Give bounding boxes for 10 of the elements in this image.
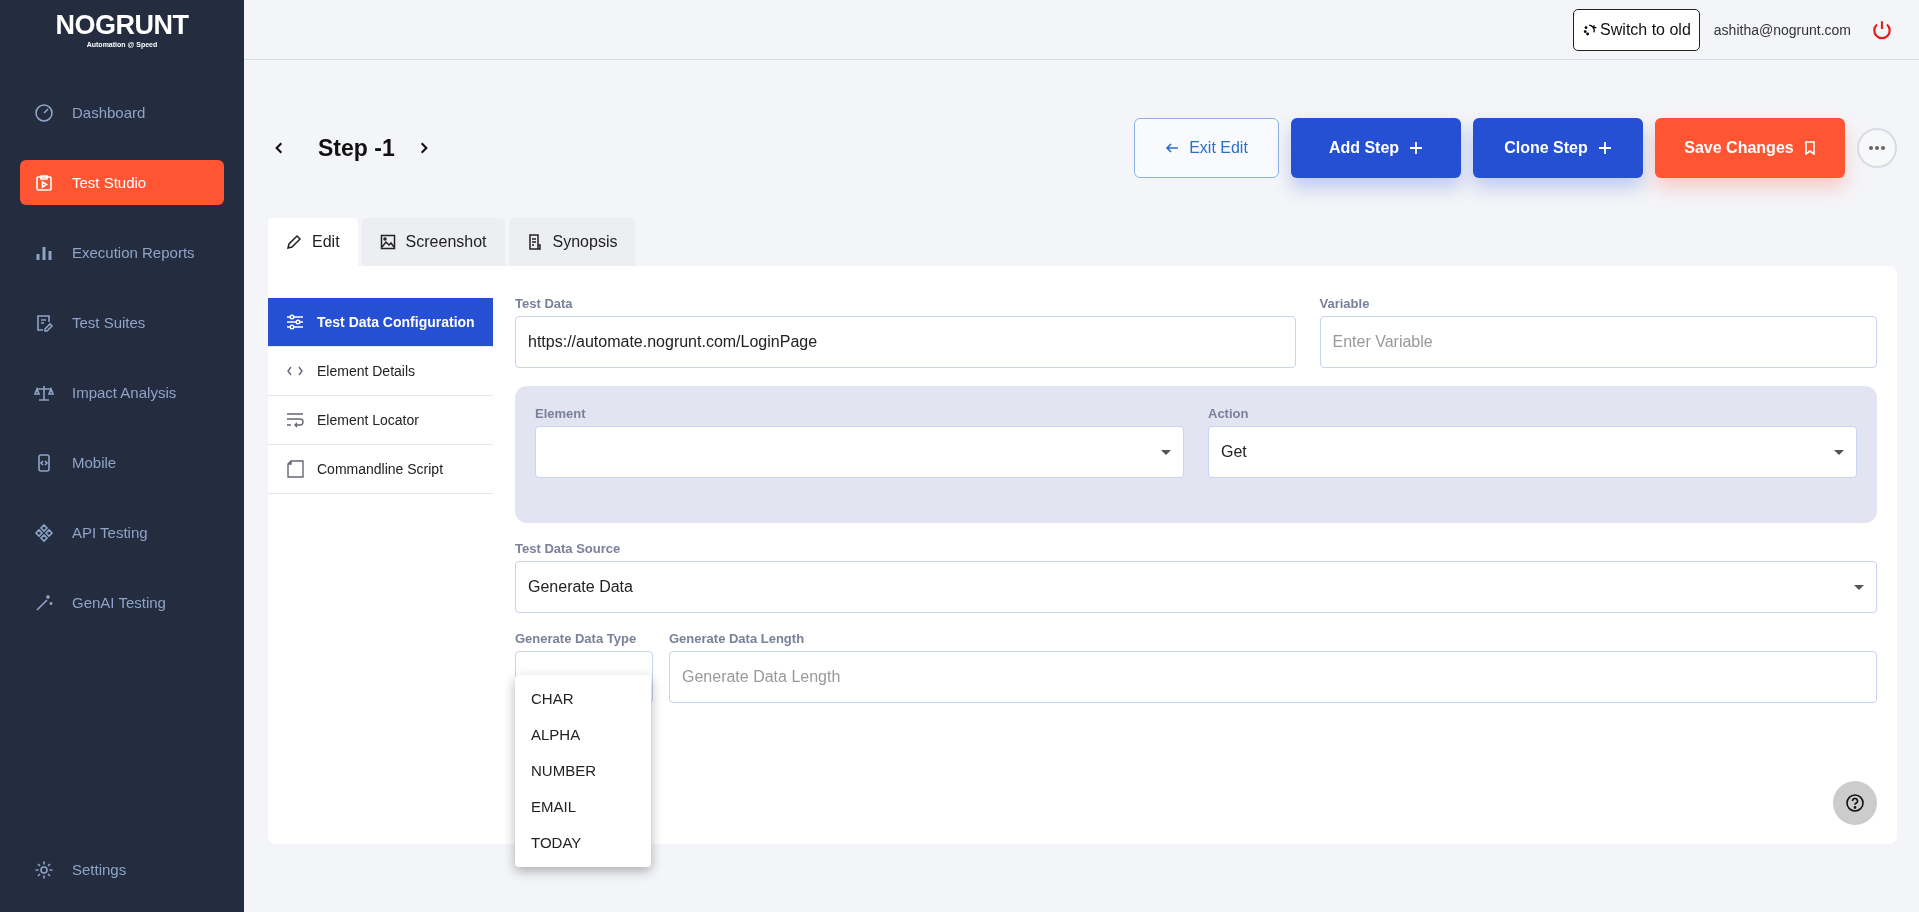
field-label: Generate Data Length — [669, 631, 806, 646]
field-label: Test Data Source — [515, 541, 622, 556]
field-label: Test Data — [515, 296, 574, 311]
user-email: ashitha@nogrunt.com — [1713, 21, 1851, 38]
field-label: Action — [1208, 406, 1250, 421]
field-label: Element — [535, 406, 587, 421]
field-label: Variable — [1319, 296, 1371, 311]
step-title: Step -1 — [318, 134, 395, 162]
field-label: Generate Data Type — [515, 631, 638, 646]
logo-wordmark: NOGRUNT — [55, 12, 189, 39]
